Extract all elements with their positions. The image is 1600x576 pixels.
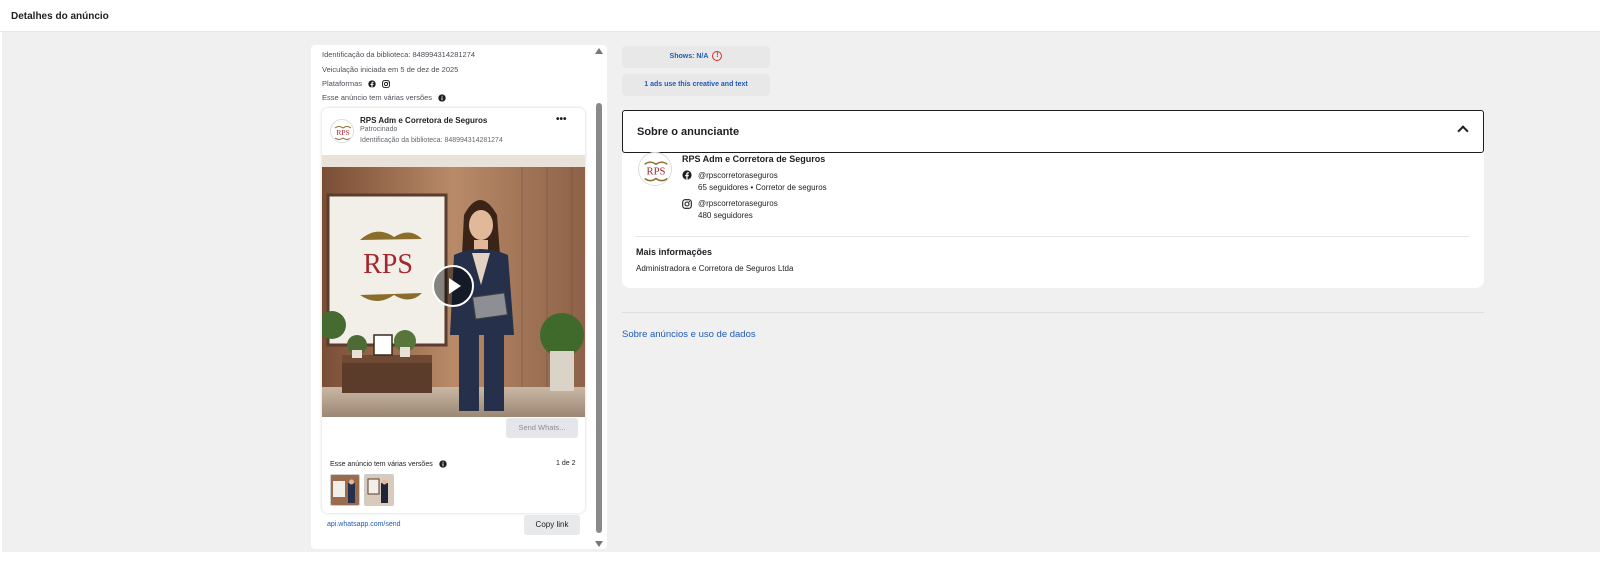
card-library-id: Identificação da biblioteca: 84899431428… xyxy=(360,137,503,144)
sponsored-label: Patrocinado xyxy=(360,126,398,133)
whatsapp-link[interactable]: api.whatsapp.com/send xyxy=(327,521,401,528)
section-divider xyxy=(636,236,1470,237)
more-options-icon[interactable]: ••• xyxy=(556,114,567,125)
versions-note-row: Esse anúncio tem várias versões xyxy=(322,93,446,102)
advertiser-name[interactable]: RPS Adm e Corretora de Seguros xyxy=(682,154,825,164)
about-ads-link[interactable]: Sobre anúncios e uso de dados xyxy=(622,329,756,340)
library-id-text: Identificação da biblioteca: 84899431428… xyxy=(322,50,476,59)
ad-advertiser-name[interactable]: RPS Adm e Corretora de Seguros xyxy=(360,116,487,125)
about-advertiser-title: Sobre o anunciante xyxy=(637,126,740,138)
info-icon[interactable] xyxy=(438,94,446,102)
facebook-icon xyxy=(682,170,692,180)
thumbnail-image xyxy=(365,475,393,505)
play-icon xyxy=(449,278,461,294)
scroll-down-arrow[interactable] xyxy=(595,541,603,547)
advertiser-logo: RPS xyxy=(638,152,672,186)
instagram-icon xyxy=(682,199,692,209)
copy-link-button[interactable]: Copy link xyxy=(524,515,580,535)
video-logo-text: RPS xyxy=(363,249,413,280)
card-versions-row: Esse anúncio tem várias versões xyxy=(330,460,447,468)
more-info-title: Mais informações xyxy=(636,247,713,257)
send-whatsapp-button[interactable]: Send Whats... xyxy=(506,418,578,438)
chevron-up-icon[interactable] xyxy=(1457,125,1469,137)
top-bar: Detalhes do anúncio xyxy=(0,0,1600,32)
creative-usage-pill[interactable]: 1 ads use this creative and text xyxy=(622,74,770,96)
scrollbar-thumb[interactable] xyxy=(596,103,602,533)
versions-count: 1 de 2 xyxy=(556,460,576,467)
start-date-text: Veiculação iniciada em 5 de dez de 2025 xyxy=(322,65,459,74)
instagram-stats: 480 seguidores xyxy=(698,211,753,220)
advertiser-logo-text: RPS xyxy=(647,166,666,177)
bottom-strip xyxy=(0,552,1600,576)
avatar-logo-text: RPS xyxy=(336,128,349,137)
creative-usage-text: 1 ads use this creative and text xyxy=(644,81,748,88)
scroll-up-arrow[interactable] xyxy=(595,48,603,54)
platforms-row: Plataformas xyxy=(322,79,391,88)
about-advertiser-header[interactable]: Sobre o anunciante xyxy=(622,110,1484,153)
thumbnail-image xyxy=(331,475,359,505)
shows-pill[interactable]: Shows: N/A! xyxy=(622,46,770,68)
versions-note: Esse anúncio tem várias versões xyxy=(322,93,433,102)
advertiser-avatar: RPS xyxy=(330,119,354,143)
instagram-icon xyxy=(382,80,391,88)
separator-line xyxy=(622,312,1484,313)
ad-video[interactable]: RPS xyxy=(322,155,585,417)
facebook-icon xyxy=(368,80,376,88)
version-thumbnail-2[interactable] xyxy=(364,474,394,506)
shows-text: Shows: N/A xyxy=(669,53,709,60)
platforms-label: Plataformas xyxy=(322,79,363,88)
more-info-text: Administradora e Corretora de Seguros Lt… xyxy=(636,264,794,273)
page-title: Detalhes do anúncio xyxy=(11,11,109,22)
facebook-handle[interactable]: @rpscorretoraseguros xyxy=(698,171,778,180)
card-versions-label: Esse anúncio tem várias versões xyxy=(330,460,433,468)
ad-preview-card: RPS RPS Adm e Corretora de Seguros Patro… xyxy=(322,108,585,513)
info-icon[interactable] xyxy=(438,460,447,468)
rps-logo-icon: RPS xyxy=(331,120,353,142)
facebook-stats: 65 seguidores • Corretor de seguros xyxy=(698,183,827,192)
instagram-handle[interactable]: @rpscorretoraseguros xyxy=(698,199,778,208)
version-thumbnail-1[interactable] xyxy=(330,474,360,506)
play-button[interactable] xyxy=(432,265,474,307)
warning-icon: ! xyxy=(712,51,723,62)
